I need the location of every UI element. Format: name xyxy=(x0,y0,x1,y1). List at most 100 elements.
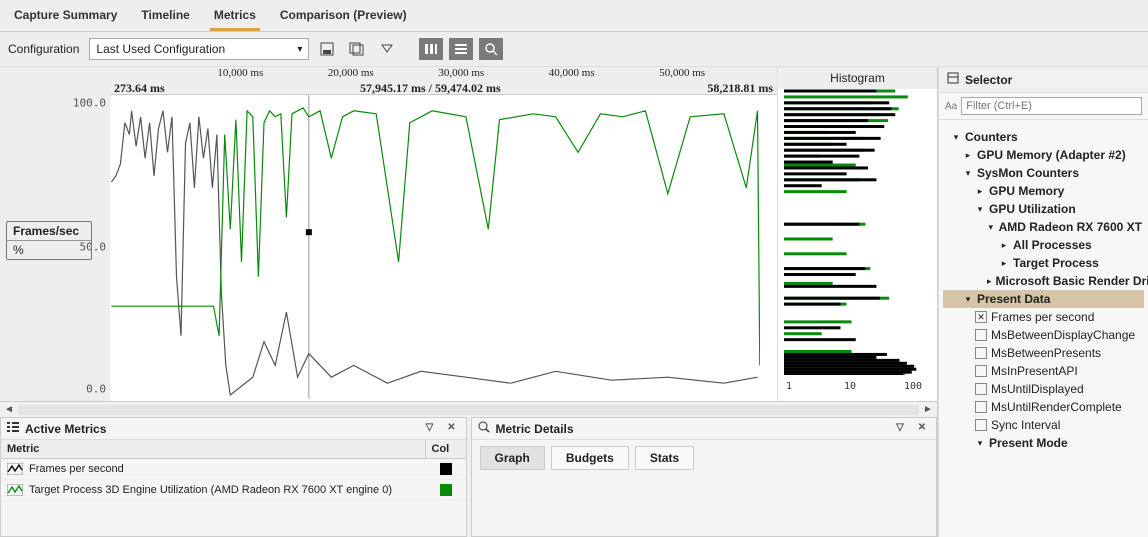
tree-label: GPU Memory (Adapter #2) xyxy=(977,148,1126,162)
scroll-left-icon[interactable]: ◄ xyxy=(2,403,16,417)
scroll-track[interactable] xyxy=(18,405,919,415)
tree-label: GPU Utilization xyxy=(989,202,1076,216)
tree-leaf[interactable]: ✕Frames per second xyxy=(943,308,1144,326)
tree-twisty-icon[interactable]: ▸ xyxy=(963,150,973,161)
tree-branch[interactable]: ▾Present Data xyxy=(943,290,1144,308)
chart-horizontal-scrollbar[interactable]: ◄ ► xyxy=(0,401,937,417)
tree-leaf[interactable]: MsUntilDisplayed xyxy=(943,380,1144,398)
tab-capture-summary[interactable]: Capture Summary xyxy=(10,4,121,31)
tree-twisty-icon[interactable]: ▾ xyxy=(951,132,961,143)
tree-twisty-icon[interactable]: ▸ xyxy=(987,276,992,287)
tree-label: MsBetweenDisplayChange xyxy=(991,328,1135,342)
tab-comparison[interactable]: Comparison (Preview) xyxy=(276,4,411,31)
view-columns-icon[interactable] xyxy=(419,38,443,60)
tree-branch[interactable]: ▾Counters xyxy=(943,128,1144,146)
series-icon xyxy=(7,483,23,497)
series-icon xyxy=(7,462,23,476)
tree-leaf[interactable]: MsInPresentAPI xyxy=(943,362,1144,380)
pane-menu-icon[interactable]: ▽ xyxy=(422,422,438,436)
tree-label: Microsoft Basic Render Driver xyxy=(996,274,1148,288)
metric-color-swatch[interactable] xyxy=(432,463,460,475)
list-icon xyxy=(7,421,19,436)
case-toggle-icon[interactable]: Aa xyxy=(945,101,957,112)
metric-row[interactable]: Target Process 3D Engine Utilization (AM… xyxy=(1,480,466,501)
time-selection-label: 57,945.17 ms / 59,474.02 ms xyxy=(360,81,501,96)
view-list-icon[interactable] xyxy=(449,38,473,60)
metric-details-pane: Metric Details ▽ ✕ Graph Budgets Stats xyxy=(471,417,938,537)
histogram-plot[interactable] xyxy=(778,89,937,375)
configuration-select[interactable]: Last Used Configuration ▾ xyxy=(89,38,309,60)
tree-twisty-icon[interactable]: ▸ xyxy=(975,186,985,197)
filter-dropdown-icon[interactable] xyxy=(375,38,399,60)
tree-twisty-icon[interactable]: ▾ xyxy=(963,168,973,179)
tree-leaf[interactable]: MsBetweenPresents xyxy=(943,344,1144,362)
checkbox[interactable] xyxy=(975,365,987,377)
tree-label: MsInPresentAPI xyxy=(991,364,1078,378)
tree-twisty-icon[interactable]: ▾ xyxy=(975,204,985,215)
time-tick: 40,000 ms xyxy=(549,67,595,79)
selector-title: Selector xyxy=(965,73,1012,87)
col-metric[interactable]: Metric xyxy=(1,440,426,458)
checkbox[interactable] xyxy=(975,329,987,341)
search-icon[interactable] xyxy=(479,38,503,60)
metrics-chart[interactable]: 100.0 50.0 0.0 Frames/sec % 10,000 ms20,… xyxy=(0,67,777,401)
tree-branch[interactable]: ▸Microsoft Basic Render Driver xyxy=(943,272,1144,290)
tree-label: MsUntilDisplayed xyxy=(991,382,1084,396)
histogram-x-axis: 1 10 100 xyxy=(778,375,937,401)
pane-close-icon[interactable]: ✕ xyxy=(444,422,460,436)
tree-leaf[interactable]: Sync Interval xyxy=(943,416,1144,434)
pane-close-icon[interactable]: ✕ xyxy=(914,422,930,436)
scroll-right-icon[interactable]: ► xyxy=(921,403,935,417)
tree-branch[interactable]: ▾SysMon Counters xyxy=(943,164,1144,182)
metric-row[interactable]: Frames per second xyxy=(1,459,466,480)
y-tick-100: 100.0 xyxy=(73,97,106,110)
tree-branch[interactable]: ▾Present Mode xyxy=(943,434,1144,452)
checkbox[interactable] xyxy=(975,383,987,395)
time-ruler[interactable]: 10,000 ms20,000 ms30,000 ms40,000 ms50,0… xyxy=(110,67,777,95)
save-icon[interactable] xyxy=(315,38,339,60)
tree-twisty-icon[interactable]: ▸ xyxy=(999,258,1009,269)
time-range-start: 273.64 ms xyxy=(114,81,165,96)
checkbox[interactable] xyxy=(975,347,987,359)
pane-menu-icon[interactable]: ▽ xyxy=(892,422,908,436)
tree-leaf[interactable]: MsUntilRenderComplete xyxy=(943,398,1144,416)
tab-budgets[interactable]: Budgets xyxy=(551,446,629,470)
configuration-label: Configuration xyxy=(8,42,79,56)
tree-twisty-icon[interactable]: ▾ xyxy=(987,222,995,233)
tree-twisty-icon[interactable]: ▸ xyxy=(999,240,1009,251)
metric-color-swatch[interactable] xyxy=(432,484,460,496)
tree-label: AMD Radeon RX 7600 XT xyxy=(999,220,1142,234)
tree-label: MsBetweenPresents xyxy=(991,346,1101,360)
tree-twisty-icon[interactable]: ▾ xyxy=(975,438,985,449)
tree-branch[interactable]: ▾ AMD Radeon RX 7600 XT xyxy=(943,218,1144,236)
chart-plot-area[interactable]: 10,000 ms20,000 ms30,000 ms40,000 ms50,0… xyxy=(110,67,777,401)
selector-panel: Selector Aa ▾Counters ▸ GPU Memory (Adapte… xyxy=(938,67,1148,537)
tree-leaf[interactable]: MsBetweenDisplayChange xyxy=(943,326,1144,344)
save-all-icon[interactable] xyxy=(345,38,369,60)
tree-branch[interactable]: ▸Target Process xyxy=(943,254,1144,272)
tree-branch[interactable]: ▸All Processes xyxy=(943,236,1144,254)
tree-twisty-icon[interactable]: ▾ xyxy=(963,294,973,305)
axis-unit: % xyxy=(7,241,91,259)
selector-filter-input[interactable] xyxy=(961,97,1142,115)
tree-branch[interactable]: ▾ GPU Utilization xyxy=(943,200,1144,218)
tab-timeline[interactable]: Timeline xyxy=(137,4,193,31)
selector-tree[interactable]: ▾Counters ▸ GPU Memory (Adapter #2) ▾SysMon… xyxy=(939,120,1148,456)
checkbox[interactable]: ✕ xyxy=(975,311,987,323)
tab-graph[interactable]: Graph xyxy=(480,446,545,470)
checkbox[interactable] xyxy=(975,401,987,413)
tree-label: GPU Memory xyxy=(989,184,1064,198)
tab-metrics[interactable]: Metrics xyxy=(210,4,260,31)
tree-branch[interactable]: ▸ GPU Memory xyxy=(943,182,1144,200)
histogram-panel: Histogram 1 10 100 xyxy=(777,67,937,401)
metric-details-title: Metric Details xyxy=(496,422,574,436)
chart-y-gutter: 100.0 50.0 0.0 Frames/sec % xyxy=(0,67,110,401)
time-tick: 30,000 ms xyxy=(438,67,484,79)
axis-title-box[interactable]: Frames/sec % xyxy=(6,221,92,260)
checkbox[interactable] xyxy=(975,419,987,431)
tree-branch[interactable]: ▸ GPU Memory (Adapter #2) xyxy=(943,146,1144,164)
tab-stats[interactable]: Stats xyxy=(635,446,694,470)
col-color[interactable]: Col xyxy=(426,440,466,458)
time-tick: 10,000 ms xyxy=(217,67,263,79)
active-metrics-title: Active Metrics xyxy=(25,422,106,436)
